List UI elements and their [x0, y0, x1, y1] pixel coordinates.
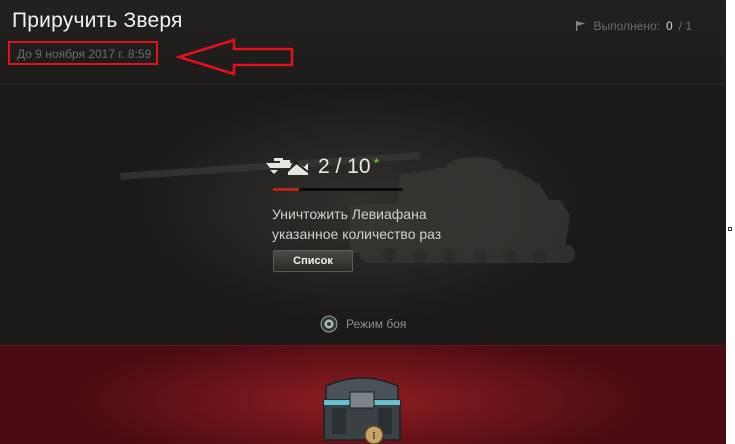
list-button[interactable]: Список	[273, 250, 353, 272]
battle-mode-emblem-icon	[320, 315, 338, 333]
task-description-line-2: указанное количество раз	[272, 226, 442, 242]
destroy-tank-icon	[266, 158, 309, 175]
completion-label: Выполнено:	[593, 19, 660, 33]
completion-total: / 1	[678, 19, 692, 33]
red-arrow-annotation-icon	[176, 38, 294, 76]
task-description-line-1: Уничтожить Левиафана	[272, 206, 427, 222]
task-description: Уничтожить Левиафана указанное количеств…	[272, 204, 441, 244]
battle-mode: Режим боя	[320, 315, 406, 333]
task-progress-counter: 2 / 10 *	[318, 155, 379, 179]
bonus-star: *	[373, 155, 380, 172]
quest-title: Приручить Зверя	[12, 9, 183, 32]
battle-mode-label: Режим боя	[346, 317, 407, 331]
loot-box-chest-icon[interactable]: I	[316, 372, 408, 444]
quest-panel: Приручить Зверя До 9 ноября 2017 г. 8:59…	[0, 0, 726, 444]
task-area: 2 / 10 * Уничтожить Левиафана указанное к…	[0, 85, 726, 345]
reward-section: I	[0, 345, 726, 444]
resize-handle[interactable]	[728, 227, 732, 231]
flag-icon	[576, 21, 586, 31]
completion-status: Выполнено: 0 / 1	[575, 19, 692, 33]
task-progress-fill	[273, 188, 299, 191]
quest-deadline: До 9 ноября 2017 г. 8:59	[17, 47, 152, 61]
task-progress-bar	[273, 188, 403, 191]
completion-current: 0	[665, 19, 673, 33]
chest-level-badge: I	[372, 430, 376, 442]
task-progress-text: 2 / 10	[318, 155, 371, 178]
